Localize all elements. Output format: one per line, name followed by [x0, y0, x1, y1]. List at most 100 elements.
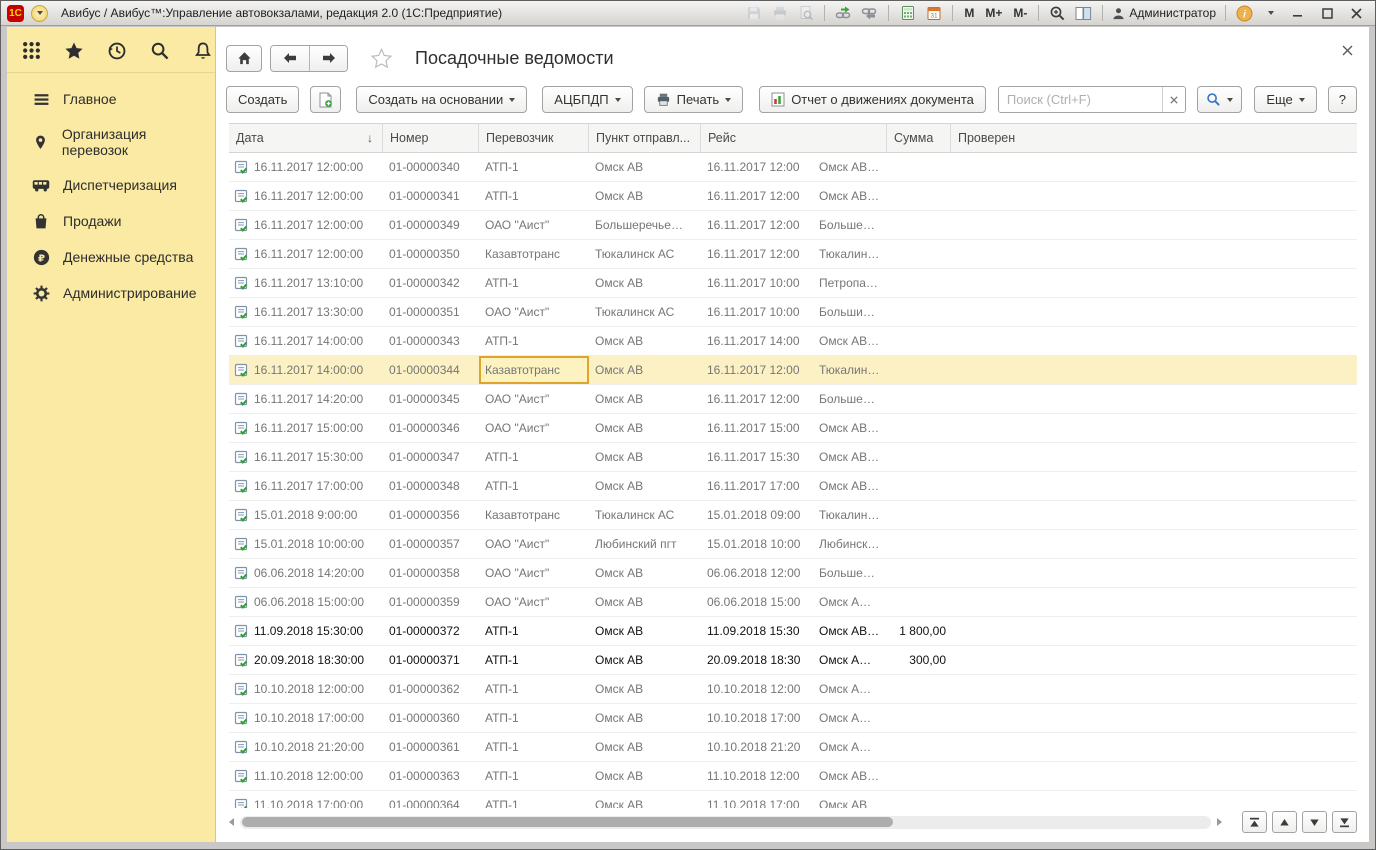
cell-trip: 16.11.2017 12:00 Тюкалин…: [701, 356, 887, 384]
print-icon[interactable]: [770, 4, 789, 22]
zoom-icon[interactable]: [1048, 4, 1067, 22]
table-row[interactable]: 11.10.2018 12:00:00 01-00000363 АТП-1 Ом…: [229, 762, 1357, 791]
cell-checked: [951, 791, 1357, 808]
horizontal-scrollbar[interactable]: [240, 816, 1211, 829]
table-row[interactable]: 16.11.2017 14:00:00 01-00000344 Казавтот…: [229, 356, 1357, 385]
column-header-trip[interactable]: Рейс: [701, 124, 887, 152]
document-movements-report-button[interactable]: Отчет о движениях документа: [759, 86, 986, 113]
calendar-icon[interactable]: 31: [924, 4, 943, 22]
table-row[interactable]: 10.10.2018 21:20:00 01-00000361 АТП-1 Ом…: [229, 733, 1357, 762]
sidebar-item-label: Администрирование: [63, 285, 197, 301]
info-icon[interactable]: i: [1235, 4, 1254, 22]
home-button[interactable]: [226, 45, 262, 72]
split-view-icon[interactable]: [1074, 4, 1093, 22]
history-icon[interactable]: [107, 40, 127, 61]
scroll-right-icon[interactable]: [1217, 818, 1222, 826]
current-user[interactable]: Администратор: [1112, 6, 1216, 20]
table-row[interactable]: 06.06.2018 15:00:00 01-00000359 ОАО "Аис…: [229, 588, 1357, 617]
table-row[interactable]: 16.11.2017 12:00:00 01-00000349 ОАО "Аис…: [229, 211, 1357, 240]
carrier-value: Казавтотранс: [485, 363, 560, 377]
memory-subtract-button[interactable]: M-: [1011, 6, 1029, 20]
column-header-checked[interactable]: Проверен: [951, 124, 1357, 152]
table-row[interactable]: 06.06.2018 14:20:00 01-00000358 ОАО "Аис…: [229, 559, 1357, 588]
cell-checked: [951, 269, 1357, 297]
sidebar-item-glavnoe[interactable]: Главное: [7, 81, 215, 117]
table-row[interactable]: 16.11.2017 12:00:00 01-00000341 АТП-1 Ом…: [229, 182, 1357, 211]
more-button[interactable]: Еще: [1254, 86, 1316, 113]
create-button[interactable]: Создать: [226, 86, 299, 113]
table-row[interactable]: 15.01.2018 10:00:00 01-00000357 ОАО "Аис…: [229, 530, 1357, 559]
create-based-on-button[interactable]: Создать на основании: [356, 86, 527, 113]
sidebar-item-denezhnye-sredstva[interactable]: ₽ Денежные средства: [7, 239, 215, 275]
column-header-date[interactable]: Дата ↓: [229, 124, 383, 152]
table-row[interactable]: 16.11.2017 13:10:00 01-00000342 АТП-1 Ом…: [229, 269, 1357, 298]
calculator-icon[interactable]: [898, 4, 917, 22]
cell-departure: Омск АВ: [589, 182, 701, 210]
column-header-carrier[interactable]: Перевозчик: [479, 124, 589, 152]
search-icon[interactable]: [150, 40, 170, 61]
next-page-button[interactable]: [1302, 811, 1327, 833]
sidebar-item-prodazhi[interactable]: Продажи: [7, 203, 215, 239]
cell-trip: 16.11.2017 10:00 Петропа…: [701, 269, 887, 297]
cell-checked: [951, 675, 1357, 703]
forward-button[interactable]: [309, 46, 347, 71]
sidebar-item-dispetcherizaciya[interactable]: Диспетчеризация: [7, 167, 215, 203]
close-window-button[interactable]: [1345, 4, 1367, 22]
column-header-departure[interactable]: Пункт отправл...: [589, 124, 701, 152]
previous-page-button[interactable]: [1272, 811, 1297, 833]
column-label: Проверен: [958, 131, 1015, 145]
clear-search-icon[interactable]: [1162, 87, 1185, 112]
column-header-number[interactable]: Номер: [383, 124, 479, 152]
maximize-button[interactable]: [1316, 4, 1338, 22]
cell-carrier: ОАО "Аист": [479, 530, 589, 558]
create-new-copy-button[interactable]: [310, 86, 341, 113]
table-row[interactable]: 16.11.2017 12:00:00 01-00000340 АТП-1 Ом…: [229, 153, 1357, 182]
table-row[interactable]: 16.11.2017 12:00:00 01-00000350 Казавтот…: [229, 240, 1357, 269]
document-posted-icon: [234, 392, 249, 407]
cell-sum: 1 800,00: [887, 617, 951, 645]
print-menu-button[interactable]: Печать: [644, 86, 744, 113]
scrollbar-thumb[interactable]: [242, 817, 893, 827]
table-row[interactable]: 20.09.2018 18:30:00 01-00000371 АТП-1 Ом…: [229, 646, 1357, 675]
trip-destination-value: Омск А…: [819, 595, 871, 609]
search-button[interactable]: [1197, 86, 1242, 113]
go-to-last-button[interactable]: [1332, 811, 1357, 833]
table-row[interactable]: 16.11.2017 14:20:00 01-00000345 ОАО "Аис…: [229, 385, 1357, 414]
back-button[interactable]: [271, 46, 309, 71]
help-button[interactable]: ?: [1328, 86, 1357, 113]
go-to-first-button[interactable]: [1242, 811, 1267, 833]
search-input[interactable]: [999, 87, 1162, 112]
cell-sum: [887, 385, 951, 413]
table-row[interactable]: 16.11.2017 15:30:00 01-00000347 АТП-1 Ом…: [229, 443, 1357, 472]
favorite-star-icon[interactable]: [370, 47, 393, 70]
table-row[interactable]: 10.10.2018 12:00:00 01-00000362 АТП-1 Ом…: [229, 675, 1357, 704]
close-page-icon[interactable]: [1342, 43, 1353, 61]
scroll-left-icon[interactable]: [229, 818, 234, 826]
apps-grid-icon[interactable]: [22, 40, 41, 61]
system-menu-dropdown-button[interactable]: [31, 5, 48, 22]
titlebar-chevron-down-icon[interactable]: [1261, 4, 1280, 22]
memory-recall-button[interactable]: M: [962, 6, 976, 20]
add-link-icon[interactable]: [834, 4, 853, 22]
table-row[interactable]: 16.11.2017 17:00:00 01-00000348 АТП-1 Ом…: [229, 472, 1357, 501]
table-row[interactable]: 11.09.2018 15:30:00 01-00000372 АТП-1 Ом…: [229, 617, 1357, 646]
table-row[interactable]: 16.11.2017 14:00:00 01-00000343 АТП-1 Ом…: [229, 327, 1357, 356]
table-row[interactable]: 16.11.2017 15:00:00 01-00000346 ОАО "Аис…: [229, 414, 1357, 443]
go-link-icon[interactable]: [860, 4, 879, 22]
bell-icon[interactable]: [193, 40, 213, 61]
column-header-sum[interactable]: Сумма: [887, 124, 951, 152]
acbpdp-button[interactable]: АЦБПДП: [542, 86, 632, 113]
trip-time-value: 06.06.2018 15:00: [707, 595, 819, 609]
table-row[interactable]: 11.10.2018 17:00:00 01-00000364 АТП-1 Ом…: [229, 791, 1357, 808]
table-row[interactable]: 15.01.2018 9:00:00 01-00000356 Казавтотр…: [229, 501, 1357, 530]
table-row[interactable]: 16.11.2017 13:30:00 01-00000351 ОАО "Аис…: [229, 298, 1357, 327]
star-icon[interactable]: [64, 40, 84, 61]
save-icon[interactable]: [744, 4, 763, 22]
print-preview-icon[interactable]: [796, 4, 815, 22]
sidebar-item-administrirovanie[interactable]: Администрирование: [7, 275, 215, 311]
minimize-button[interactable]: [1287, 4, 1309, 22]
memory-add-button[interactable]: M+: [983, 6, 1004, 20]
cell-departure: Омск АВ: [589, 153, 701, 181]
sidebar-item-organizaciya-perevozok[interactable]: Организация перевозок: [7, 117, 215, 167]
table-row[interactable]: 10.10.2018 17:00:00 01-00000360 АТП-1 Ом…: [229, 704, 1357, 733]
